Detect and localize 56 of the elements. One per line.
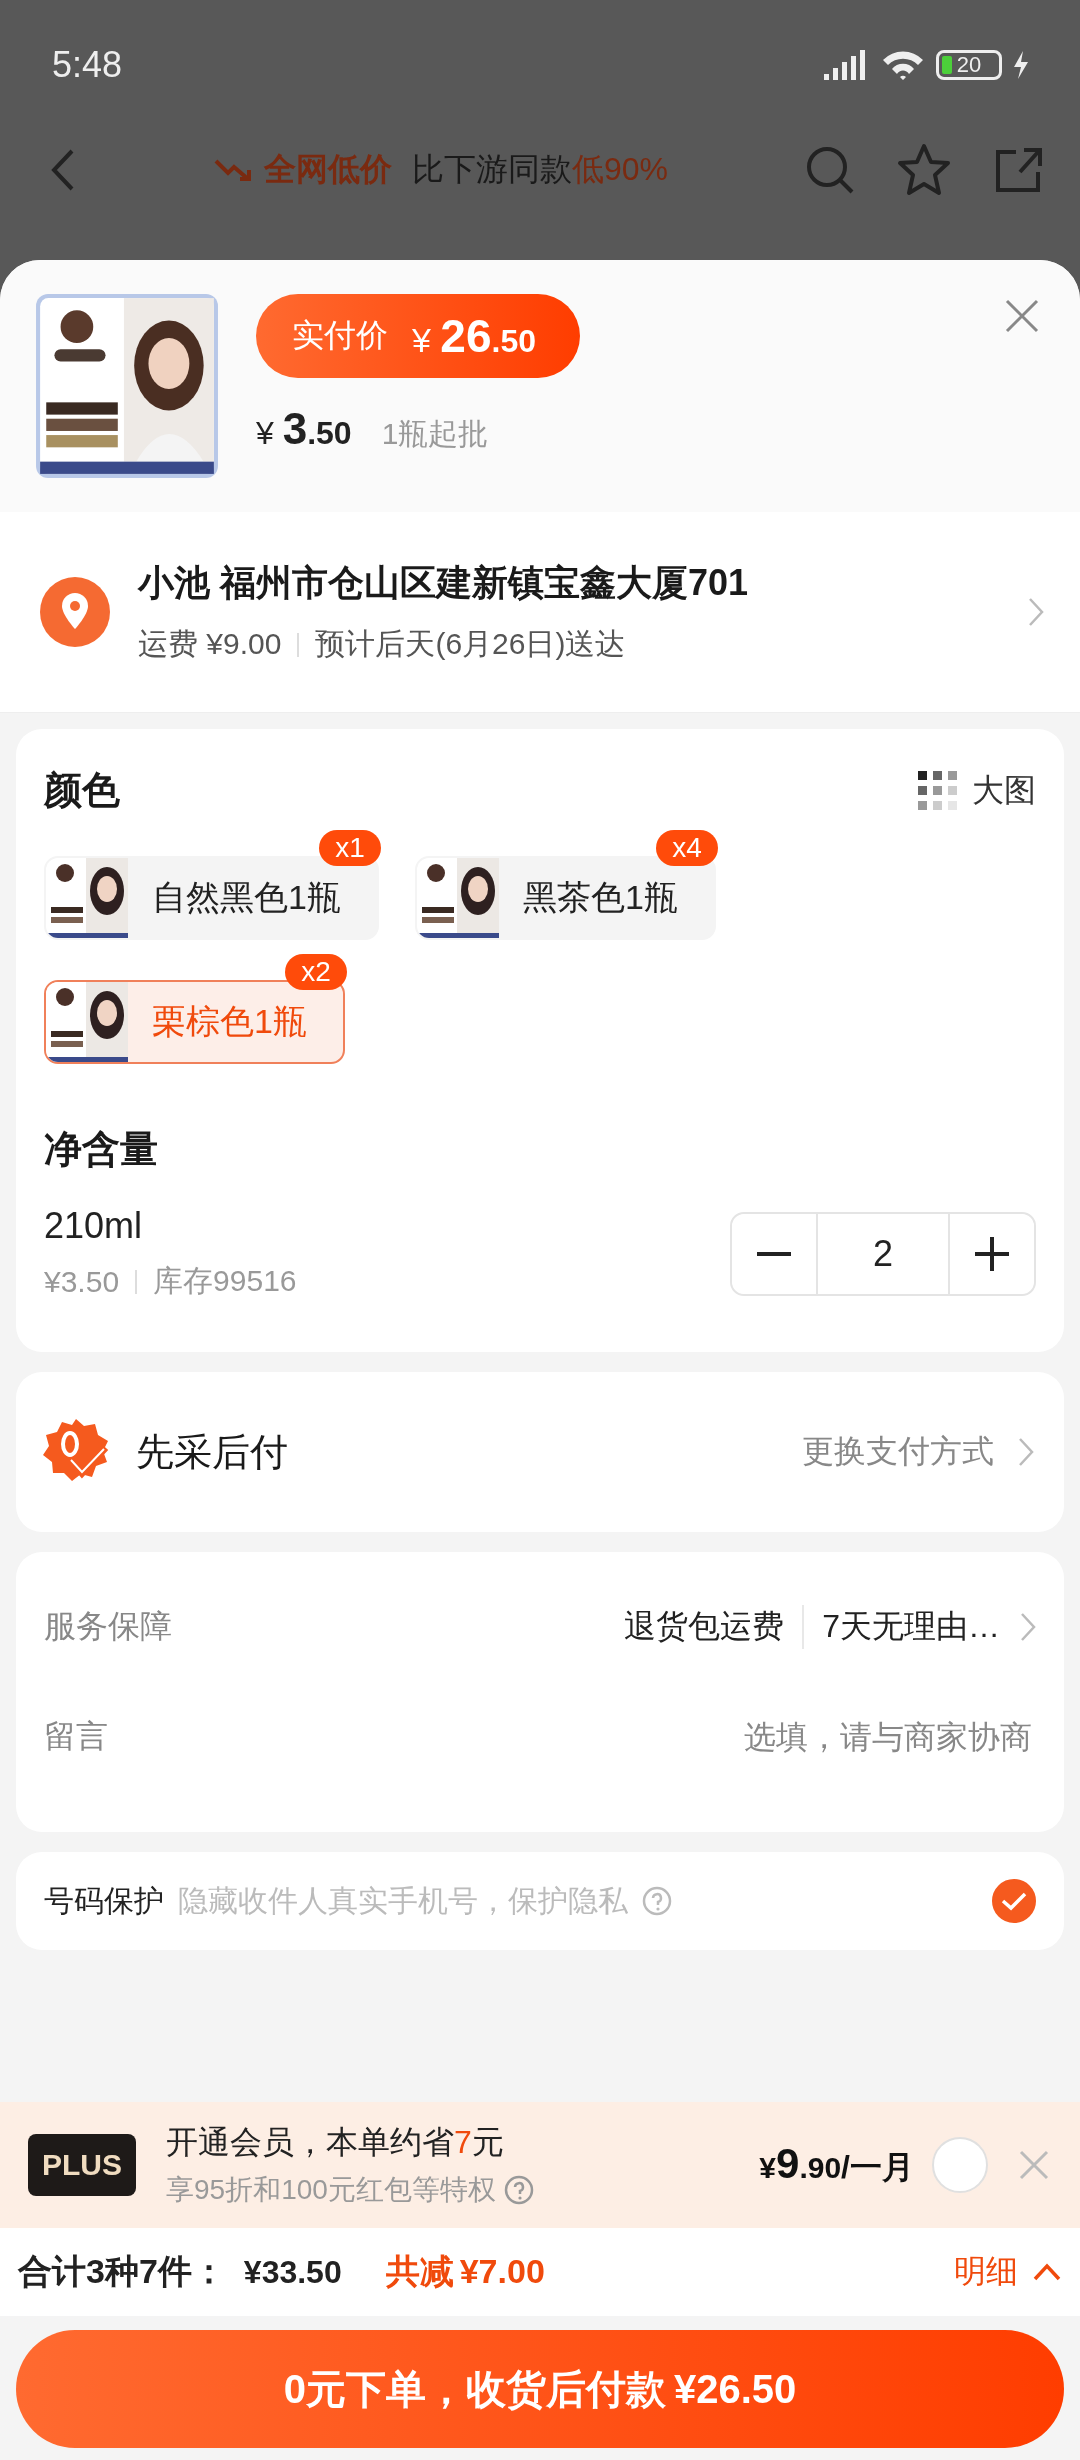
volume-option: 210ml xyxy=(44,1205,297,1247)
shipping-fee: 运费 ¥9.00 xyxy=(138,626,282,662)
membership-benefits: 享95折和100元红包等特权 xyxy=(166,2173,496,2207)
service-guarantee: 7天无理由… xyxy=(822,1607,1000,1646)
color-option[interactable]: 黑茶色1瓶 xyxy=(414,856,716,940)
membership-price: ¥9.90/一月 xyxy=(759,2140,914,2189)
order-total: 合计3种7件： ¥33.50 xyxy=(18,2251,342,2292)
payment-method: 先采后付 xyxy=(136,1429,289,1475)
membership-radio[interactable] xyxy=(932,2137,988,2193)
phone-protection-description: 隐藏收件人真实手机号，保护隐私 xyxy=(178,1882,628,1919)
minus-icon xyxy=(757,1250,791,1257)
close-icon[interactable] xyxy=(1018,2149,1050,2181)
min-order: 1瓶起批 xyxy=(381,416,489,452)
shipping-address[interactable]: 小池 福州市仓山区建新镇宝鑫大厦701 xyxy=(138,559,1000,608)
plus-icon xyxy=(975,1236,1009,1271)
quantity-badge: x1 xyxy=(319,830,381,866)
membership-offer: 开通会员，本单约省7元 xyxy=(166,2123,505,2162)
help-icon[interactable] xyxy=(503,2175,534,2205)
promo-highlight: 全网低价 xyxy=(263,150,392,189)
star-icon[interactable] xyxy=(896,143,952,197)
service-label: 服务保障 xyxy=(44,1607,173,1646)
message-field[interactable]: 选填，请与商家协商 xyxy=(610,1717,1034,1757)
color-option[interactable]: 自然黑色1瓶 xyxy=(44,856,379,940)
unit-price: ¥ 3.50 xyxy=(256,404,352,454)
discount-total: 共减 ¥7.00 xyxy=(385,2251,545,2292)
change-payment-link[interactable]: 更换支付方式 xyxy=(802,1430,994,1474)
plus-badge: PLUS xyxy=(28,2134,136,2196)
help-icon[interactable] xyxy=(642,1886,672,1916)
chevron-right-icon[interactable] xyxy=(1018,1437,1034,1467)
chevron-right-icon[interactable] xyxy=(1028,597,1044,627)
actual-price-badge: 实付价 ¥ 26.50 xyxy=(256,294,580,378)
checkmark-icon xyxy=(1001,1891,1027,1911)
chevron-up-icon xyxy=(1032,2262,1062,2282)
promo-text: 比下游同款低90% xyxy=(411,150,668,189)
phone-protection-checkbox[interactable] xyxy=(992,1879,1036,1923)
quantity-badge: x4 xyxy=(656,830,718,866)
grid-icon xyxy=(918,770,958,811)
option-price: ¥3.50 xyxy=(44,1264,120,1299)
trend-down-icon xyxy=(213,157,254,183)
search-icon[interactable] xyxy=(804,144,856,196)
charging-icon xyxy=(1012,50,1030,80)
close-icon[interactable] xyxy=(1004,298,1040,334)
delivery-estimate: 预计后天(6月26日)送达 xyxy=(315,626,626,662)
chevron-right-icon[interactable] xyxy=(1020,1612,1036,1642)
location-pin-icon xyxy=(40,577,110,647)
quantity-badge: x2 xyxy=(285,954,347,990)
message-label: 留言 xyxy=(44,1717,109,1756)
battery-icon: 20 xyxy=(936,50,1002,80)
details-toggle[interactable]: 明细 xyxy=(954,2250,1062,2294)
phone-protection-label: 号码保护 xyxy=(44,1882,164,1919)
status-time: 5:48 xyxy=(52,44,123,86)
section-title: 颜色 xyxy=(44,768,120,813)
service-guarantee: 退货包运费 xyxy=(624,1607,785,1646)
large-view-toggle[interactable]: 大图 xyxy=(918,768,1036,813)
stock-count: 库存99516 xyxy=(153,1263,297,1299)
section-title: 净含量 xyxy=(44,1127,159,1172)
